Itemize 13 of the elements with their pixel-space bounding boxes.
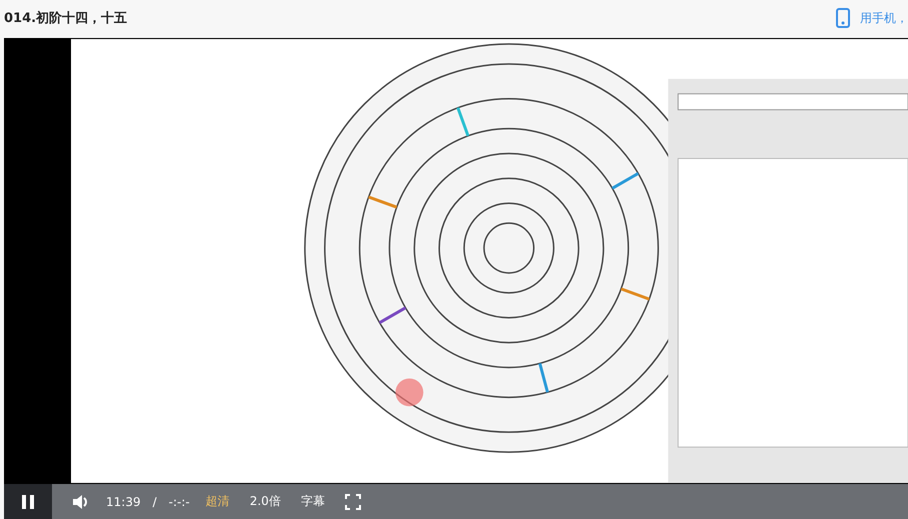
phone-icon [836, 8, 850, 28]
mobile-link[interactable]: 用手机， [836, 8, 908, 28]
volume-icon [72, 494, 90, 510]
subtitles-button[interactable]: 字幕 [290, 493, 335, 510]
duration: -:-:- [168, 494, 190, 508]
quality-button[interactable]: 超清 [196, 493, 240, 510]
time-separator: / [152, 494, 157, 508]
current-time: 11:39 [106, 494, 141, 508]
speed-button[interactable]: 2.0倍 [240, 493, 291, 510]
fullscreen-icon [344, 494, 361, 510]
video-title: 014.初阶十四，十五 [4, 10, 128, 27]
pause-button[interactable] [4, 484, 52, 519]
pause-icon [21, 494, 35, 510]
